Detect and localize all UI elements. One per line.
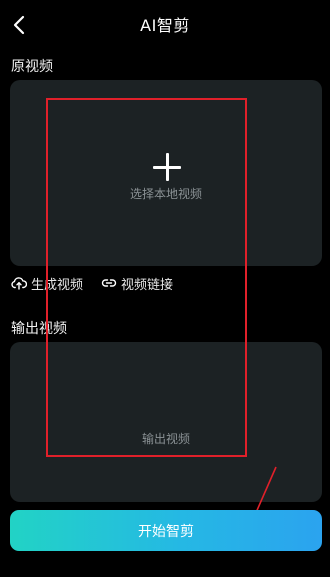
top-bar: AI智剪 [0, 0, 330, 48]
source-video-label: 原视频 [11, 59, 53, 75]
cloud-upload-icon [11, 277, 27, 290]
start-smart-cut-button[interactable]: 开始智剪 [10, 510, 322, 551]
page-title: AI智剪 [140, 16, 190, 35]
annotation-highlight-box [46, 98, 247, 457]
